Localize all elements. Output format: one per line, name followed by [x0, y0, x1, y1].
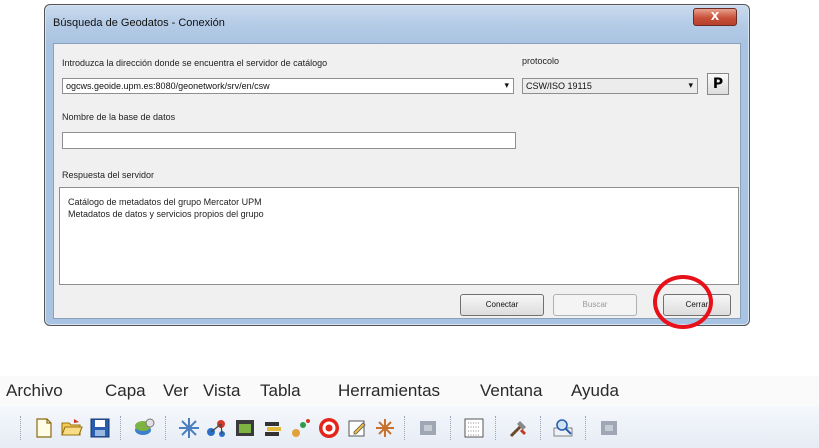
menu-vista[interactable]: Vista	[203, 381, 241, 401]
address-combobox[interactable]: ogcws.geoide.upm.es:8080/geonetwork/srv/…	[62, 78, 514, 94]
protocols-label: protocolo	[522, 56, 560, 66]
menu-herramientas[interactable]: Herramientas	[338, 381, 440, 401]
close-window-button[interactable]: X	[693, 8, 737, 26]
dialog-title: Búsqueda de Geodatos - Conexión	[53, 17, 225, 29]
chart-icon[interactable]	[289, 416, 313, 440]
flower2-icon[interactable]	[373, 416, 397, 440]
toolbar-separator	[450, 416, 453, 440]
server-response-box: Catálogo de metadatos del grupo Mercator…	[59, 187, 739, 285]
address-label: Introduzca la dirección donde se encuent…	[62, 58, 328, 68]
toolbar-separator	[120, 416, 123, 440]
gray-icon-2[interactable]	[597, 416, 621, 440]
connection-dialog: Búsqueda de Geodatos - Conexión X Introd…	[44, 4, 750, 326]
open-folder-icon[interactable]	[60, 416, 84, 440]
grid-icon[interactable]	[462, 416, 486, 440]
stack-icon[interactable]	[261, 416, 285, 440]
search-icon[interactable]	[552, 416, 576, 440]
response-line: Metadatos de datos y servicios propios d…	[68, 209, 264, 219]
highlight-circle	[653, 275, 713, 329]
toolbar-separator	[495, 416, 498, 440]
response-line: Catálogo de metadatos del grupo Mercator…	[68, 197, 262, 207]
network-icon[interactable]	[205, 416, 229, 440]
tools-icon[interactable]	[507, 416, 531, 440]
database-input[interactable]	[62, 132, 516, 149]
gray-icon-1[interactable]	[416, 416, 440, 440]
menu-tabla[interactable]: Tabla	[260, 381, 301, 401]
protocol-value: CSW/ISO 19115	[526, 81, 592, 91]
new-document-icon[interactable]	[32, 416, 56, 440]
toolbar-separator	[585, 416, 588, 440]
response-label: Respuesta del servidor	[62, 170, 155, 180]
target-icon[interactable]	[317, 416, 341, 440]
save-disk-icon[interactable]	[88, 416, 112, 440]
menu-capa[interactable]: Capa	[105, 381, 146, 401]
connect-button[interactable]: Conectar	[460, 294, 544, 316]
database-label: Nombre de la base de datos	[62, 112, 176, 122]
toolbar-separator	[20, 416, 23, 440]
menu-archivo[interactable]: Archivo	[6, 381, 63, 401]
toolbar-separator	[540, 416, 543, 440]
toolbar	[0, 406, 819, 448]
menu-ayuda[interactable]: Ayuda	[571, 381, 619, 401]
add-layer-icon[interactable]	[132, 416, 156, 440]
menu-ver[interactable]: Ver	[163, 381, 189, 401]
toolbar-separator	[404, 416, 407, 440]
search-button[interactable]: Buscar	[553, 294, 637, 316]
chevron-down-icon[interactable]: ▾	[688, 80, 693, 91]
p-button[interactable]: P	[707, 73, 729, 95]
flower-tool-icon[interactable]	[177, 416, 201, 440]
window-icon[interactable]	[233, 416, 257, 440]
edit-icon[interactable]	[345, 416, 369, 440]
chevron-down-icon[interactable]: ▾	[504, 80, 509, 91]
address-value: ogcws.geoide.upm.es:8080/geonetwork/srv/…	[66, 81, 270, 91]
toolbar-separator	[165, 416, 168, 440]
protocol-select[interactable]: CSW/ISO 19115 ▾	[522, 78, 698, 94]
menu-ventana[interactable]: Ventana	[480, 381, 542, 401]
menu-bar: Archivo Capa Ver Vista Tabla Herramienta…	[0, 376, 819, 406]
close-icon: X	[710, 10, 720, 23]
